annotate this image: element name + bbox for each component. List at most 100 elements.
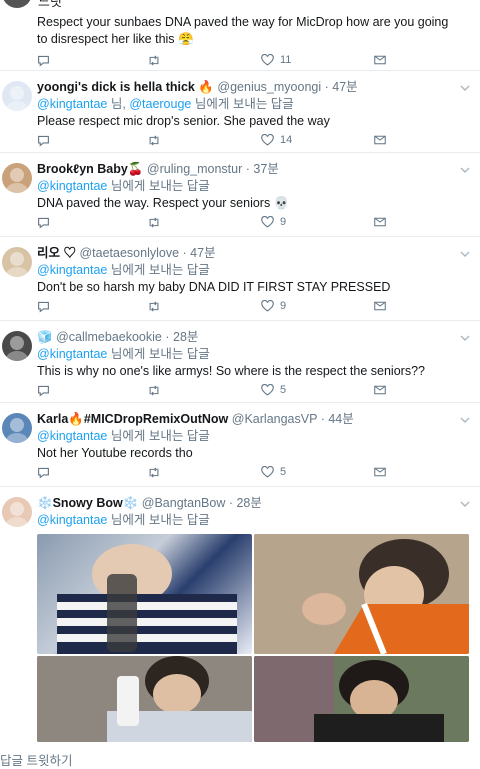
- mention-link[interactable]: @kingtantae: [37, 347, 107, 361]
- chevron-down-icon[interactable]: [460, 415, 470, 425]
- reply-suffix: 님에게 보내는 답글: [110, 513, 210, 527]
- display-name[interactable]: yoongi's dick is hella thick 🔥: [37, 80, 214, 94]
- media-photo-1[interactable]: [37, 534, 252, 654]
- retweet-button[interactable]: [147, 214, 161, 230]
- reply-button[interactable]: [37, 464, 50, 480]
- tweet-4[interactable]: 🧊 @callmebaekookie · 28분 @kingtantae 님에게…: [0, 320, 480, 403]
- display-name[interactable]: Brookℓyn Baby🍒: [37, 162, 143, 176]
- timestamp[interactable]: 44분: [328, 412, 353, 426]
- mention-link[interactable]: @kingtantae: [37, 263, 107, 277]
- envelope-icon: [374, 55, 386, 65]
- tweet-5[interactable]: Karla🔥#MICDropRemixOutNow @KarlangasVP ·…: [0, 402, 480, 487]
- heart-icon: [261, 54, 274, 66]
- tweet-text: Respect your sunbaes DNA paved the way f…: [37, 15, 449, 46]
- user-handle[interactable]: @ruling_monstur: [147, 162, 242, 176]
- reply-icon: [38, 217, 49, 229]
- like-button[interactable]: 9: [261, 298, 286, 314]
- timestamp[interactable]: 47분: [332, 80, 357, 94]
- tweet-0[interactable]: Respect your sunbaes DNA paved the way f…: [0, 0, 480, 71]
- user-handle[interactable]: @genius_myoongi: [217, 80, 321, 94]
- user-handle[interactable]: @BangtanBow: [142, 496, 226, 510]
- reply-button[interactable]: [37, 132, 50, 148]
- like-button[interactable]: 5: [261, 382, 286, 398]
- chevron-down-icon[interactable]: [460, 249, 470, 259]
- retweet-icon: [149, 384, 159, 396]
- tweet-3[interactable]: 리오 ♡ @taetaesonlylove · 47분 @kingtantae …: [0, 236, 480, 321]
- timestamp[interactable]: 37분: [253, 162, 278, 176]
- reply-button[interactable]: [37, 382, 50, 398]
- avatar[interactable]: [2, 247, 32, 277]
- media-photo-2[interactable]: [254, 534, 469, 654]
- reply-context: @kingtantae 님에게 보내는 답글: [37, 512, 460, 529]
- reply-button[interactable]: [37, 52, 50, 68]
- mention-link[interactable]: @kingtantae: [37, 513, 107, 527]
- dot-separator: ·: [245, 162, 250, 176]
- dm-button[interactable]: [374, 382, 386, 398]
- like-button[interactable]: 9: [261, 214, 286, 230]
- tweet-header: 리오 ♡ @taetaesonlylove · 47분: [37, 245, 460, 262]
- dm-button[interactable]: [374, 132, 386, 148]
- retweet-button[interactable]: [147, 382, 161, 398]
- timestamp[interactable]: 28분: [236, 496, 261, 510]
- reply-suffix: 님에게 보내는 답글: [110, 429, 210, 443]
- display-name[interactable]: 리오 ♡: [37, 246, 76, 260]
- reply-icon: [38, 135, 49, 147]
- like-button[interactable]: 5: [261, 464, 286, 480]
- display-name[interactable]: 🧊: [37, 330, 53, 344]
- tweet-header: 🧊 @callmebaekookie · 28분: [37, 329, 460, 346]
- reply-context: @kingtantae 님, @taerouge 님에게 보내는 답글: [37, 96, 460, 113]
- user-handle[interactable]: @taetaesonlylove: [79, 246, 179, 260]
- retweet-button[interactable]: [147, 132, 161, 148]
- tweet-1[interactable]: yoongi's dick is hella thick 🔥 @genius_m…: [0, 70, 480, 153]
- media-photo-4[interactable]: [254, 656, 469, 742]
- tweet-actions: 9: [37, 298, 480, 314]
- dm-button[interactable]: [374, 214, 386, 230]
- avatar[interactable]: [2, 331, 32, 361]
- tweet-actions: 9: [37, 214, 480, 230]
- retweet-icon: [149, 134, 159, 146]
- avatar[interactable]: [2, 81, 32, 111]
- timestamp[interactable]: 28분: [173, 330, 198, 344]
- user-handle[interactable]: @KarlangasVP: [232, 412, 317, 426]
- tweet-text: DNA paved the way. Respect your seniors …: [37, 196, 290, 210]
- mention-link[interactable]: @taerouge: [129, 97, 191, 111]
- retweet-button[interactable]: [147, 52, 161, 68]
- dm-button[interactable]: [374, 464, 386, 480]
- avatar[interactable]: [2, 497, 32, 527]
- reply-tweet-footer[interactable]: 답글 트윗하기: [0, 750, 72, 769]
- reply-tweet-label: 답글 트윗하기: [0, 754, 73, 768]
- media-photo-3[interactable]: [37, 656, 252, 742]
- mention-link[interactable]: @kingtantae: [37, 179, 107, 193]
- envelope-icon: [374, 217, 386, 227]
- like-count: 11: [280, 54, 292, 66]
- like-count: 5: [280, 384, 287, 396]
- avatar[interactable]: [2, 163, 32, 193]
- display-name[interactable]: Karla🔥#MICDropRemixOutNow: [37, 412, 228, 426]
- media-grid[interactable]: [37, 534, 469, 742]
- tweet-text: Not her Youtube records tho: [37, 446, 193, 460]
- tweet-actions: 5: [37, 464, 480, 480]
- like-button[interactable]: 11: [261, 52, 291, 68]
- retweet-button[interactable]: [147, 298, 161, 314]
- timestamp[interactable]: 47분: [190, 246, 215, 260]
- chevron-down-icon[interactable]: [460, 333, 470, 343]
- dot-separator: ·: [324, 80, 329, 94]
- mention-link[interactable]: @kingtantae: [37, 97, 107, 111]
- retweet-button[interactable]: [147, 464, 161, 480]
- chevron-down-icon[interactable]: [460, 499, 470, 509]
- user-handle[interactable]: @callmebaekookie: [56, 330, 162, 344]
- display-name[interactable]: ❄️Snowy Bow❄️: [37, 496, 138, 510]
- heart-icon: [261, 300, 274, 312]
- chevron-down-icon[interactable]: [460, 165, 470, 175]
- dm-button[interactable]: [374, 52, 386, 68]
- like-button[interactable]: 14: [261, 132, 292, 148]
- chevron-down-icon[interactable]: [460, 83, 470, 93]
- tweet-2[interactable]: Brookℓyn Baby🍒 @ruling_monstur · 37분 @ki…: [0, 152, 480, 237]
- reply-context: @kingtantae 님에게 보내는 답글: [37, 346, 460, 363]
- avatar[interactable]: [2, 413, 32, 443]
- reply-button[interactable]: [37, 298, 50, 314]
- envelope-icon: [374, 135, 386, 145]
- reply-button[interactable]: [37, 214, 50, 230]
- dm-button[interactable]: [374, 298, 386, 314]
- mention-link[interactable]: @kingtantae: [37, 429, 107, 443]
